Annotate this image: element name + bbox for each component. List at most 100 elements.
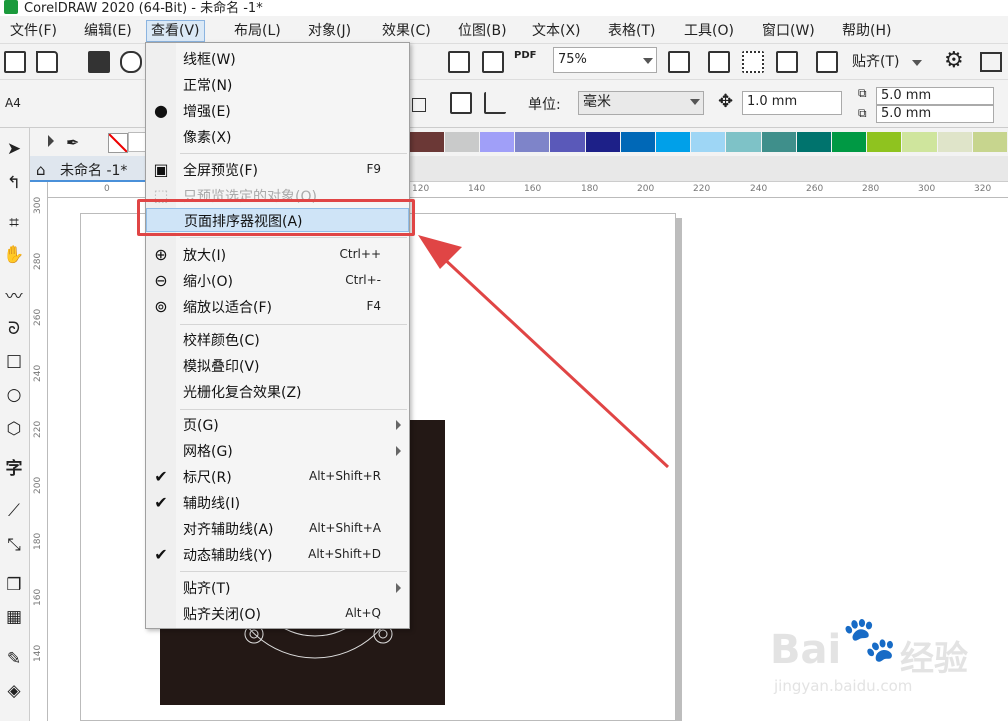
menu-item-simulate-overprints[interactable]: 模拟叠印(V) (146, 354, 409, 378)
menu-file[interactable]: 文件(F) (6, 20, 61, 42)
crop-tool-icon[interactable]: ⌗ (3, 212, 25, 234)
new-document-icon[interactable] (4, 51, 26, 73)
chevron-down-icon[interactable] (912, 60, 922, 66)
color-swatch[interactable] (937, 132, 972, 152)
menu-item-snap-off[interactable]: 贴齐关闭(O) Alt+Q (146, 602, 409, 626)
color-swatch[interactable] (444, 132, 479, 152)
snap-to-dropdown[interactable]: 贴齐(T) (852, 51, 899, 71)
menu-item-enhanced[interactable]: ● 增强(E) (146, 99, 409, 123)
color-swatch[interactable] (902, 132, 937, 152)
menu-window[interactable]: 窗口(W) (758, 20, 819, 42)
connector-tool-icon[interactable]: ⤡ (3, 534, 25, 556)
cloud-icon[interactable] (120, 51, 142, 73)
menu-effects[interactable]: 效果(C) (378, 20, 435, 42)
menu-item-rulers[interactable]: ✔ 标尺(R) Alt+Shift+R (146, 465, 409, 489)
color-swatch[interactable] (620, 132, 655, 152)
menu-edit[interactable]: 编辑(E) (80, 20, 136, 42)
ellipse-tool-icon[interactable]: ○ (3, 384, 25, 406)
menu-item-page[interactable]: 页(G) (146, 413, 409, 437)
duplicate-y-input[interactable]: 5.0 mm (876, 105, 994, 123)
show-rulers-icon[interactable] (708, 51, 730, 73)
menu-item-wireframe[interactable]: 线框(W) (146, 47, 409, 71)
color-swatch[interactable] (832, 132, 867, 152)
snap-icon[interactable] (816, 51, 838, 73)
menu-layout[interactable]: 布局(L) (230, 20, 285, 42)
launch-icon[interactable] (980, 52, 1002, 72)
menu-item-rasterize-effects[interactable]: 光栅化复合效果(Z) (146, 380, 409, 404)
color-swatch[interactable] (726, 132, 761, 152)
color-swatch[interactable] (550, 132, 585, 152)
page-size-value[interactable]: A4 (5, 96, 21, 110)
show-grid-icon[interactable] (742, 51, 764, 73)
artistic-media-icon[interactable]: ᘐ (3, 318, 25, 340)
color-swatch[interactable] (761, 132, 796, 152)
menu-item-alignment-guides[interactable]: 对齐辅助线(A) Alt+Shift+A (146, 517, 409, 541)
menu-item-snap-to[interactable]: 贴齐(T) (146, 576, 409, 600)
current-page-icon[interactable] (484, 92, 506, 114)
menu-item-guidelines[interactable]: ✔ 辅助线(I) (146, 491, 409, 515)
menu-help[interactable]: 帮助(H) (838, 20, 895, 42)
home-icon[interactable]: ⌂ (36, 161, 46, 179)
drop-shadow-icon[interactable]: ❒ (3, 574, 25, 596)
text-tool-icon[interactable]: 字 (3, 458, 25, 480)
shape-tool-icon[interactable]: ↰ (3, 172, 25, 194)
palette-scroll-icon[interactable] (48, 135, 54, 147)
menu-item-full-screen-preview[interactable]: ▣ 全屏预览(F) F9 (146, 158, 409, 182)
color-swatch[interactable] (409, 132, 444, 152)
menu-item-proof-colors[interactable]: 校样颜色(C) (146, 328, 409, 352)
duplicate-x-input[interactable]: 5.0 mm (876, 87, 994, 105)
publish-pdf-icon[interactable]: PDF (514, 50, 536, 61)
pick-tool-icon[interactable]: ➤ (3, 138, 25, 160)
color-swatch[interactable] (656, 132, 691, 152)
menu-object[interactable]: 对象(J) (304, 20, 355, 42)
eyedropper-tool-icon[interactable]: ✎ (3, 648, 25, 670)
menu-bitmaps[interactable]: 位图(B) (454, 20, 511, 42)
color-swatch[interactable] (480, 132, 515, 152)
interactive-fill-icon[interactable]: ◈ (3, 680, 25, 702)
transparency-tool-icon[interactable]: ▦ (3, 606, 25, 628)
menu-item-zoom-out[interactable]: ⊖ 缩小(O) Ctrl+- (146, 269, 409, 293)
vertical-ruler[interactable]: 300 280 260 240 220 200 180 160 140 (30, 182, 48, 721)
menu-item-grid[interactable]: 网格(G) (146, 439, 409, 463)
check-icon: ✔ (154, 493, 168, 512)
menu-item-normal[interactable]: 正常(N) (146, 73, 409, 97)
freehand-tool-icon[interactable]: 〰 (3, 286, 25, 308)
no-color-swatch[interactable] (108, 133, 128, 153)
export-icon[interactable] (482, 51, 504, 73)
nudge-distance-input[interactable]: 1.0 mm (742, 91, 842, 115)
show-guidelines-icon[interactable] (776, 51, 798, 73)
all-pages-icon[interactable] (450, 92, 472, 114)
eyedropper-icon[interactable]: ✒ (66, 133, 79, 152)
color-swatch[interactable] (585, 132, 620, 152)
portrait-icon[interactable] (412, 98, 426, 112)
document-tab[interactable]: ⌂ 未命名 -1* (30, 156, 146, 182)
zoom-level-select[interactable]: 75% (553, 47, 657, 73)
units-select[interactable]: 毫米 (578, 91, 704, 115)
menu-item-zoom-to-fit[interactable]: ⊚ 缩放以适合(F) F4 (146, 295, 409, 319)
menu-tools[interactable]: 工具(O) (680, 20, 738, 42)
menu-item-dynamic-guides[interactable]: ✔ 动态辅助线(Y) Alt+Shift+D (146, 543, 409, 567)
color-swatch[interactable] (972, 132, 1007, 152)
ruler-tick: 160 (33, 588, 43, 606)
menu-view[interactable]: 查看(V) (146, 20, 205, 42)
duplicate-y-value: 5.0 mm (881, 106, 932, 121)
color-swatch[interactable] (515, 132, 550, 152)
polygon-tool-icon[interactable]: ⬡ (3, 418, 25, 440)
rectangle-tool-icon[interactable]: □ (3, 350, 25, 372)
import-icon[interactable] (448, 51, 470, 73)
save-icon[interactable] (88, 51, 110, 73)
pan-tool-icon[interactable]: ✋ (3, 244, 25, 266)
check-icon: ✔ (154, 467, 168, 486)
menu-text[interactable]: 文本(X) (528, 20, 585, 42)
open-folder-icon[interactable] (36, 51, 58, 73)
menu-item-pixels[interactable]: 像素(X) (146, 125, 409, 149)
menu-table[interactable]: 表格(T) (604, 20, 659, 42)
parallel-dimension-icon[interactable]: ⟋ (3, 500, 25, 522)
color-swatch[interactable] (691, 132, 726, 152)
color-swatch[interactable] (796, 132, 831, 152)
gear-icon[interactable]: ⚙ (944, 50, 964, 72)
color-swatch[interactable] (867, 132, 902, 152)
menu-separator (180, 237, 407, 238)
full-screen-icon[interactable] (668, 51, 690, 73)
menu-item-zoom-in[interactable]: ⊕ 放大(I) Ctrl++ (146, 243, 409, 267)
